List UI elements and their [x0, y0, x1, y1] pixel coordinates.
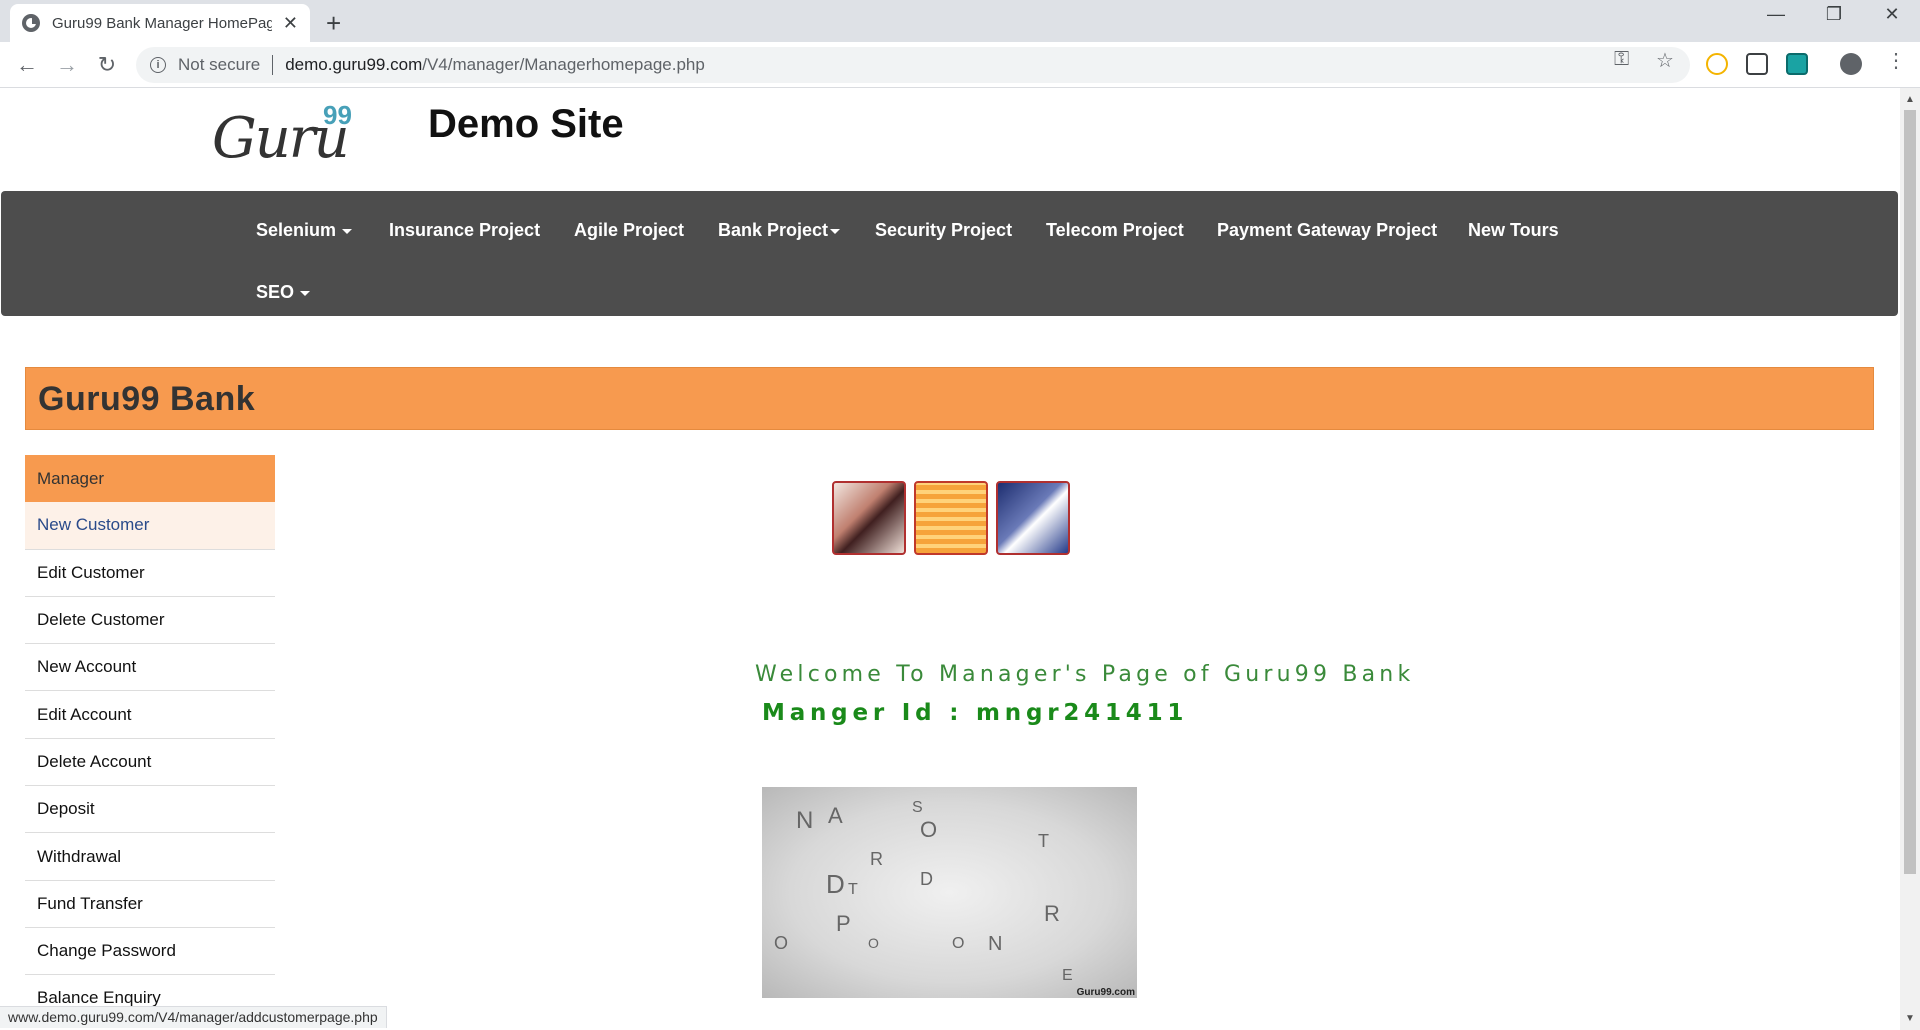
nav-seo[interactable]: SEO: [256, 282, 311, 303]
reload-icon[interactable]: ↻: [92, 52, 122, 78]
restore-icon[interactable]: ❐: [1814, 4, 1854, 25]
info-icon[interactable]: i: [150, 57, 166, 73]
nav-label: SEO: [256, 282, 295, 302]
not-secure-label: Not secure: [178, 55, 261, 74]
bank-header: Guru99 Bank: [25, 367, 1874, 430]
browser-toolbar: ← → ↻ i Not secure demo.guru99.com/V4/ma…: [0, 42, 1920, 88]
site-title: Demo Site: [428, 102, 624, 146]
nav-payment-gateway-project[interactable]: Payment Gateway Project: [1217, 220, 1437, 241]
menu-kebab-icon[interactable]: ⋮: [1886, 48, 1906, 73]
letter-glyph: S: [912, 799, 923, 816]
customer-photo: [996, 481, 1070, 555]
letter-glyph: E: [1062, 967, 1073, 984]
letter-glyph: R: [870, 849, 883, 869]
image-watermark: Guru99.com: [1076, 987, 1135, 998]
menu-item-edit-account[interactable]: Edit Account: [25, 691, 275, 739]
nav-security-project[interactable]: Security Project: [875, 220, 1012, 241]
scroll-up-icon[interactable]: ▲: [1905, 94, 1915, 105]
scroll-down-icon[interactable]: ▼: [1905, 1013, 1915, 1024]
menu-item-manager[interactable]: Manager: [25, 455, 275, 503]
globe-icon: [22, 14, 40, 32]
tab-title: Guru99 Bank Manager HomePage: [52, 14, 272, 32]
nav-insurance-project[interactable]: Insurance Project: [389, 220, 540, 241]
letter-glyph: R: [1044, 901, 1060, 926]
menu-item-fund-transfer[interactable]: Fund Transfer: [25, 881, 275, 928]
new-tab-icon[interactable]: +: [326, 8, 341, 39]
extension-icon[interactable]: [1706, 53, 1728, 75]
manager-id: Manger Id : mngr241411: [762, 700, 1189, 726]
letter-glyph: T: [1038, 831, 1049, 851]
bank-banner-images: [832, 481, 1072, 557]
nav-label: Bank Project: [718, 220, 829, 240]
letter-glyph: O: [774, 933, 789, 953]
key-icon[interactable]: ⚿: [1614, 48, 1629, 71]
letter-glyph: O: [952, 935, 965, 952]
window-close-icon[interactable]: ✕: [1872, 4, 1912, 25]
minimize-icon[interactable]: —: [1756, 4, 1796, 25]
menu-item-new-account[interactable]: New Account: [25, 644, 275, 692]
letter-glyph: D: [826, 869, 845, 899]
url-text: demo.guru99.com/V4/manager/Managerhomepa…: [285, 55, 705, 75]
letter-glyph: O: [920, 817, 938, 842]
letter-glyph: D: [920, 869, 933, 889]
divider: [272, 55, 274, 75]
letter-glyph: P: [836, 911, 851, 936]
caret-down-icon: [342, 228, 353, 234]
letter-glyph: N: [988, 933, 1003, 955]
nav-bank-project[interactable]: Bank Project: [718, 220, 841, 241]
address-bar[interactable]: i Not secure demo.guru99.com/V4/manager/…: [136, 47, 1690, 83]
coins-photo: [914, 481, 988, 555]
menu-item-withdrawal[interactable]: Withdrawal: [25, 833, 275, 881]
letter-glyph: N: [796, 807, 814, 834]
menu-item-change-password[interactable]: Change Password: [25, 928, 275, 976]
page-scrollbar[interactable]: ▲ ▼: [1900, 88, 1920, 1030]
browser-tab[interactable]: Guru99 Bank Manager HomePage ✕: [10, 4, 310, 42]
menu-item-new-customer[interactable]: New Customer: [25, 502, 275, 550]
scrollbar-thumb[interactable]: [1904, 110, 1916, 874]
bookmark-star-icon[interactable]: ☆: [1656, 48, 1674, 73]
nav-new-tours[interactable]: New Tours: [1468, 220, 1559, 241]
banker-photo: [832, 481, 906, 555]
menu-item-deposit[interactable]: Deposit: [25, 786, 275, 834]
page-viewport: Guru 99 Demo Site Selenium Insurance Pro…: [0, 88, 1900, 1030]
url-path: /V4/manager/Managerhomepage.php: [422, 55, 705, 74]
bank-title: Guru99 Bank: [38, 380, 256, 418]
guru99-logo[interactable]: Guru 99: [210, 100, 360, 171]
tab-close-icon[interactable]: ✕: [283, 13, 298, 34]
status-bar-url: www.demo.guru99.com/V4/manager/addcustom…: [0, 1006, 387, 1028]
top-navbar: Selenium Insurance Project Agile Project…: [1, 191, 1898, 316]
forward-icon[interactable]: →: [52, 52, 82, 78]
back-icon[interactable]: ←: [12, 52, 42, 78]
caret-down-icon: [300, 290, 311, 296]
caret-down-icon: [830, 228, 841, 234]
url-host: demo.guru99.com: [285, 55, 423, 74]
extension-icon[interactable]: [1786, 53, 1808, 75]
menu-item-delete-account[interactable]: Delete Account: [25, 739, 275, 787]
letter-glyph: T: [848, 881, 858, 898]
nav-label: Selenium: [256, 220, 337, 240]
logo-number: 99: [323, 100, 352, 130]
browser-tab-bar: Guru99 Bank Manager HomePage ✕ + — ❐ ✕: [0, 0, 1920, 42]
animated-letters-image: N A S O T R D T D P R O O O N E Guru99.c…: [762, 787, 1137, 998]
letter-glyph: A: [828, 803, 843, 828]
welcome-message: Welcome To Manager's Page of Guru99 Bank: [755, 662, 1415, 687]
menu-item-delete-customer[interactable]: Delete Customer: [25, 597, 275, 645]
devtools-extension-icon[interactable]: [1746, 53, 1768, 75]
menu-item-edit-customer[interactable]: Edit Customer: [25, 550, 275, 597]
nav-selenium[interactable]: Selenium: [256, 220, 353, 241]
manager-side-menu: Manager New Customer Edit Customer Delet…: [25, 455, 275, 1023]
profile-avatar-icon[interactable]: [1840, 53, 1862, 75]
nav-agile-project[interactable]: Agile Project: [574, 220, 684, 241]
letter-glyph: O: [868, 935, 879, 951]
nav-telecom-project[interactable]: Telecom Project: [1046, 220, 1184, 241]
